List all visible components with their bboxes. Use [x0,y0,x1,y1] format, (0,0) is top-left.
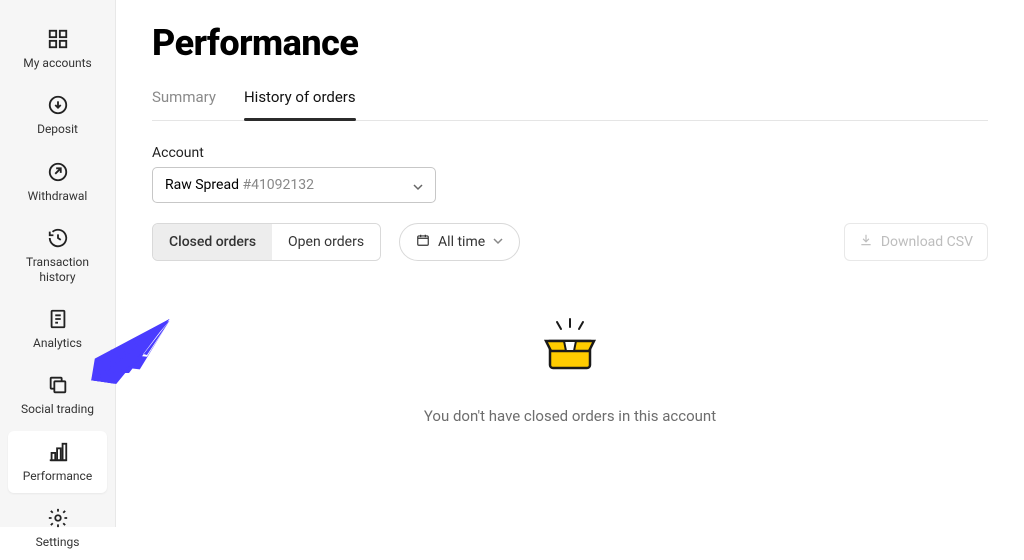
chevron-down-icon [493,234,503,250]
sidebar-item-transaction-history[interactable]: Transaction history [8,217,107,294]
sidebar-item-label: Settings [36,535,80,549]
empty-state: You don't have closed orders in this acc… [152,317,988,425]
controls-row: Closed orders Open orders All time Downl… [152,223,988,261]
main-content: Performance Summary History of orders Ac… [116,0,1024,527]
arrow-up-circle-icon [47,161,69,183]
sidebar-item-analytics[interactable]: Analytics [8,298,107,360]
account-name: Raw Spread [165,177,239,193]
sidebar-item-performance[interactable]: Performance [8,431,107,493]
copy-icon [47,374,69,396]
bar-chart-icon [47,441,69,463]
open-orders-button[interactable]: Open orders [272,224,380,260]
calendar-icon [416,233,430,251]
sidebar-item-label: Analytics [33,336,82,350]
closed-orders-button[interactable]: Closed orders [153,224,272,260]
account-field: Account Raw Spread #41092132 [152,145,988,203]
sidebar: My accounts Deposit Withdrawal Transacti… [0,0,116,527]
sidebar-item-label: Withdrawal [28,189,88,203]
sidebar-item-label: Performance [23,469,92,483]
download-csv-button[interactable]: Download CSV [844,223,988,261]
history-icon [47,227,69,249]
download-icon [859,233,873,251]
sidebar-item-social-trading[interactable]: Social trading [8,364,107,426]
grid-icon [47,28,69,50]
sidebar-item-label: Social trading [21,402,94,416]
download-label: Download CSV [881,234,973,250]
time-filter-label: All time [438,234,485,250]
sidebar-item-label: My accounts [23,56,91,70]
sidebar-item-label: Deposit [37,122,78,136]
sidebar-item-my-accounts[interactable]: My accounts [8,18,107,80]
download-circle-icon [47,94,69,116]
tabs: Summary History of orders [152,88,988,121]
account-id-value: #41092132 [242,177,314,193]
gear-icon [47,507,69,529]
time-filter[interactable]: All time [399,223,520,261]
sidebar-item-withdrawal[interactable]: Withdrawal [8,151,107,213]
empty-box-icon [540,317,600,381]
sidebar-item-deposit[interactable]: Deposit [8,84,107,146]
account-label: Account [152,145,988,161]
order-type-segmented: Closed orders Open orders [152,223,381,261]
chevron-down-icon [413,180,423,190]
document-icon [47,308,69,330]
tab-summary[interactable]: Summary [152,88,216,120]
sidebar-item-label: Transaction history [12,255,103,284]
page-title: Performance [152,22,988,64]
sidebar-item-settings[interactable]: Settings [8,497,107,559]
tab-history[interactable]: History of orders [244,88,356,120]
account-selected: Raw Spread #41092132 [165,177,314,193]
empty-message: You don't have closed orders in this acc… [424,407,716,425]
account-select[interactable]: Raw Spread #41092132 [152,167,436,203]
